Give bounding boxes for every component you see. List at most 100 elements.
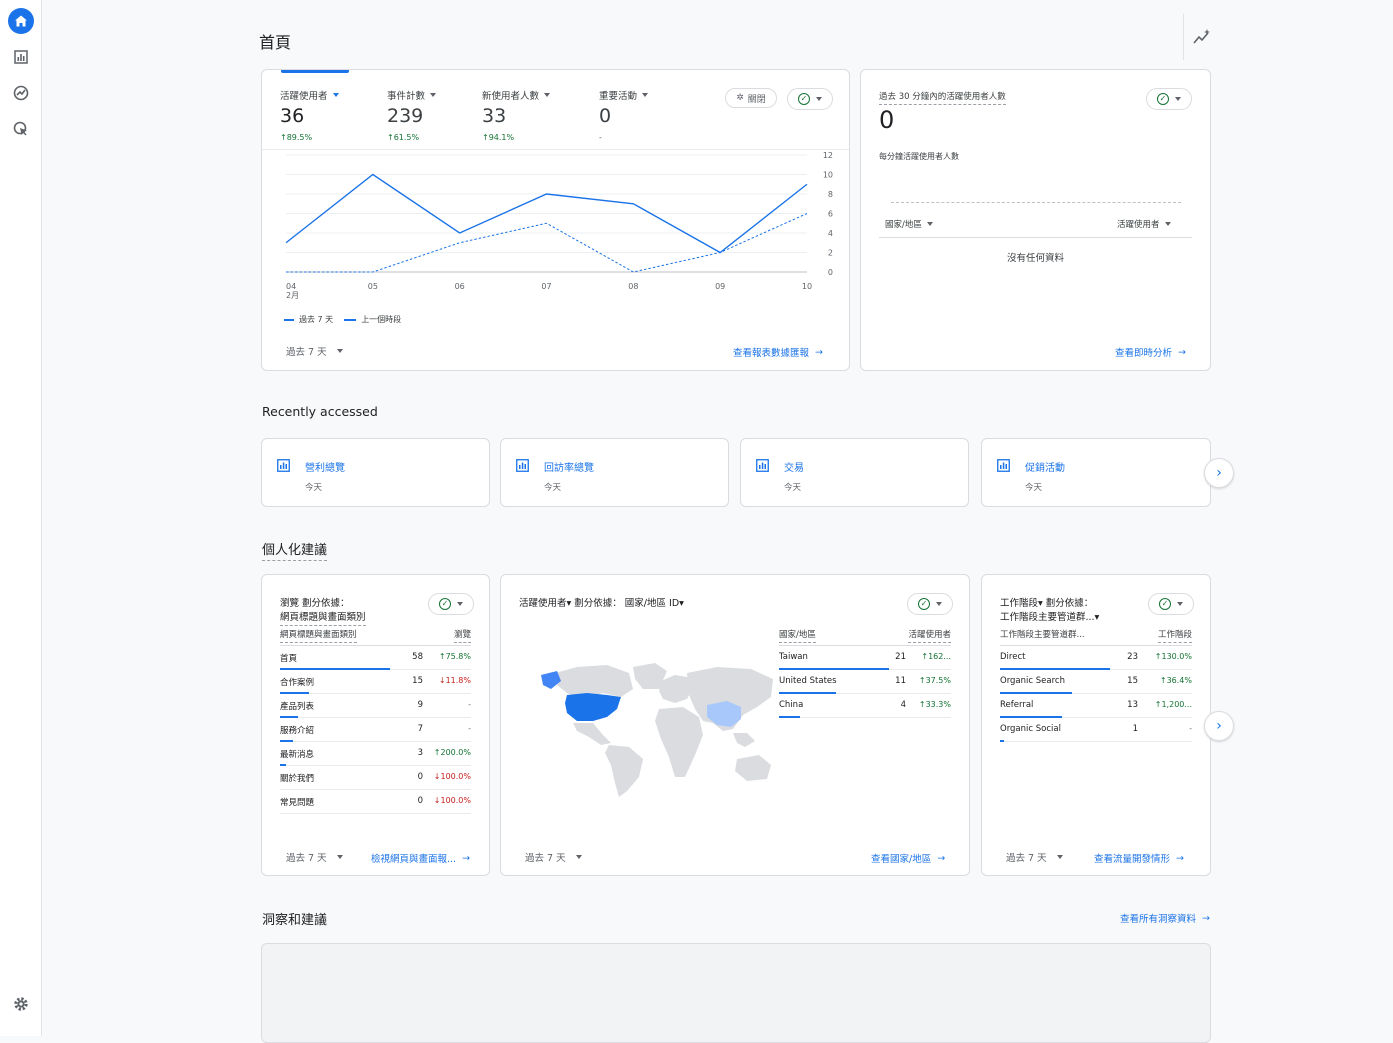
row-change: ↑200.0%	[433, 748, 471, 757]
overview-card: 活躍使用者 36 ↑89.5% 事件計數 239 ↑61.5% 新使用者人數 3…	[261, 69, 850, 371]
table-row[interactable]: 服務介紹 7 -	[280, 718, 471, 742]
chevron-down-icon	[1177, 602, 1183, 606]
table-row[interactable]: Organic Social 1 -	[1000, 718, 1192, 742]
personalized-title: 個人化建議	[262, 539, 328, 561]
table-row[interactable]: 合作案例 15 ↓11.8%	[280, 670, 471, 694]
realtime-country-column[interactable]: 國家/地區	[885, 218, 933, 230]
arrow-right-icon: →	[1178, 346, 1186, 358]
insights-sparkle-icon[interactable]	[1192, 28, 1212, 52]
row-change: ↑162...	[921, 652, 951, 661]
table-row[interactable]: 產品列表 9 -	[280, 694, 471, 718]
metric-tab-active-users[interactable]: 活躍使用者	[280, 88, 339, 102]
legend-previous-label: 上一個時段	[361, 315, 402, 324]
world-map	[541, 663, 773, 797]
table-row[interactable]: United States 11 ↑37.5%	[779, 670, 951, 694]
table-row[interactable]: Referral 13 ↑1,200...	[1000, 694, 1192, 718]
x-tick-label: 05	[368, 282, 378, 291]
insights-panel	[261, 943, 1211, 1043]
row-value: 15	[1127, 676, 1138, 686]
col-header-active-users: 活躍使用者	[908, 628, 951, 643]
recently-accessed-title: Recently accessed	[262, 404, 378, 419]
y-tick-label: 2	[828, 249, 833, 258]
table-row[interactable]: 首頁 58 ↑75.8%	[280, 646, 471, 670]
table-row[interactable]: 關於我們 0 ↓100.0%	[280, 766, 471, 790]
recent-item-date: 今天	[784, 483, 802, 493]
x-tick-label: 07	[541, 282, 551, 291]
row-change: ↓11.8%	[438, 676, 471, 685]
realtime-value: 0	[879, 106, 895, 134]
insights-title: 洞察和建議	[262, 913, 328, 928]
compare-status-button[interactable]: ✓	[787, 88, 833, 110]
check-circle-icon: ✓	[439, 598, 451, 610]
realtime-users-column[interactable]: 活躍使用者	[1117, 218, 1171, 230]
card-date-range-select[interactable]: 過去 7 天	[286, 850, 343, 864]
realtime-card: 過去 30 分鐘內的活躍使用者人數 ✓ 0 每分鐘活躍使用者人數 國家/地區 活…	[860, 69, 1211, 371]
card-report-link[interactable]: 查看國家/地區 →	[871, 851, 945, 866]
y-tick-label: 0	[828, 268, 833, 277]
recent-item-label: 回訪率總覽	[544, 463, 594, 474]
map-mexico-central	[573, 723, 611, 745]
realtime-link[interactable]: 查看即時分析 →	[1115, 345, 1186, 360]
card-status-button[interactable]: ✓	[428, 593, 474, 615]
row-value: 21	[895, 652, 906, 662]
row-label: Organic Social	[1000, 724, 1061, 734]
recent-item-date: 今天	[544, 483, 562, 493]
legend-solid-swatch	[284, 318, 294, 321]
table-row[interactable]: China 4 ↑33.3%	[779, 694, 951, 718]
chart-legend: 過去 7 天 上一個時段	[284, 314, 401, 325]
row-label: Taiwan	[779, 652, 808, 662]
row-value: 58	[412, 652, 423, 662]
card-date-range-select[interactable]: 過去 7 天	[525, 850, 582, 864]
metric-value-key-events: 0	[599, 105, 612, 127]
home-icon[interactable]	[8, 8, 34, 34]
table-row[interactable]: Direct 23 ↑130.0%	[1000, 646, 1192, 670]
series-line-previous	[286, 213, 808, 273]
insights-view-all-link[interactable]: 查看所有洞察資料 →	[1120, 911, 1210, 926]
table-row[interactable]: 常見問題 0 ↓100.0%	[280, 790, 471, 814]
recent-item-card[interactable]: 回訪率總覽 今天	[500, 438, 729, 507]
overview-report-link[interactable]: 查看報表數據匯報 →	[733, 345, 823, 360]
row-value: 11	[895, 676, 906, 686]
col-header-views: 瀏覽	[453, 628, 471, 643]
settings-icon[interactable]	[9, 992, 33, 1016]
row-label: 合作案例	[280, 678, 315, 688]
card-status-button[interactable]: ✓	[907, 593, 953, 615]
arrow-right-icon: →	[815, 346, 823, 358]
insight-toggle-pill[interactable]: ✲ 關閉	[725, 88, 777, 108]
recent-item-card[interactable]: 促銷活動 今天	[981, 438, 1211, 507]
reports-icon[interactable]	[9, 45, 33, 69]
explore-icon[interactable]	[9, 81, 33, 105]
table-row[interactable]: Taiwan 21 ↑162...	[779, 646, 951, 670]
metric-tab-event-count[interactable]: 事件計數	[387, 88, 437, 102]
realtime-status-button[interactable]: ✓	[1146, 88, 1192, 110]
realtime-per-minute-label: 每分鐘活躍使用者人數	[879, 152, 959, 161]
recent-item-card[interactable]: 營利總覽 今天	[261, 438, 490, 507]
card-date-range-select[interactable]: 過去 7 天	[1006, 850, 1063, 864]
row-value: 3	[417, 748, 423, 758]
card-report-link[interactable]: 檢視網頁與畫面報... →	[371, 851, 470, 866]
table-row[interactable]: 最新消息 3 ↑200.0%	[280, 742, 471, 766]
overview-date-range-select[interactable]: 過去 7 天	[286, 344, 343, 358]
row-value: 1	[1132, 724, 1138, 734]
card-title-line2: 工作階段主要管道群...▾	[1000, 612, 1100, 623]
report-icon	[756, 459, 769, 472]
recent-next-button[interactable]: ›	[1204, 458, 1234, 488]
metric-tab-key-events[interactable]: 重要活動	[599, 88, 649, 102]
row-value: 13	[1127, 700, 1138, 710]
metric-value-new-users: 33	[482, 105, 507, 127]
personalized-next-button[interactable]: ›	[1204, 711, 1234, 741]
x-tick-label: 10	[802, 282, 812, 291]
card-status-button[interactable]: ✓	[1148, 593, 1194, 615]
advertising-icon[interactable]	[9, 117, 33, 141]
recent-item-date: 今天	[1025, 483, 1043, 493]
metric-value-event-count: 239	[387, 105, 424, 127]
row-value: 0	[417, 796, 423, 806]
card-report-link[interactable]: 查看流量開發情形 →	[1094, 851, 1184, 866]
table-row[interactable]: Organic Search 15 ↑36.4%	[1000, 670, 1192, 694]
row-value: 15	[412, 676, 423, 686]
report-icon	[516, 459, 529, 472]
row-change: ↑130.0%	[1154, 652, 1192, 661]
report-icon	[997, 459, 1010, 472]
recent-item-card[interactable]: 交易 今天	[740, 438, 969, 507]
metric-tab-new-users[interactable]: 新使用者人數	[482, 88, 551, 102]
